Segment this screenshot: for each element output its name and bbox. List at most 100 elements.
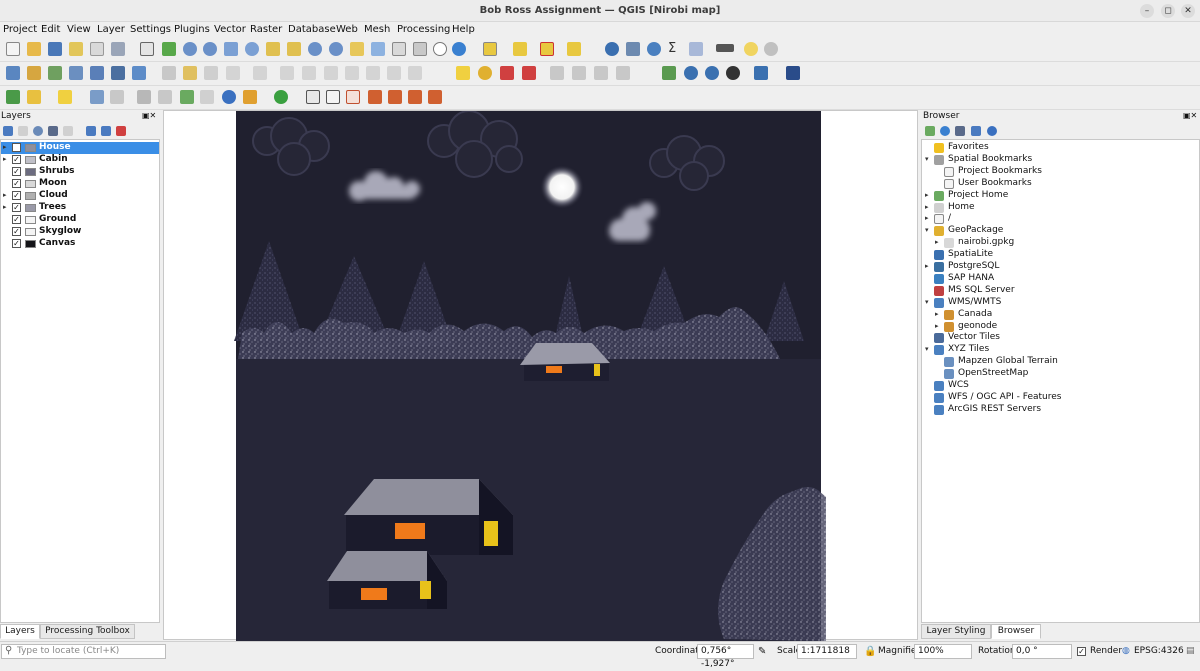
open-project-icon[interactable] <box>27 42 41 56</box>
layer-visibility-checkbox[interactable]: ✓ <box>12 179 21 188</box>
help-contents-icon[interactable] <box>786 66 800 80</box>
layer-visibility-checkbox[interactable]: ✓ <box>12 143 21 152</box>
tab-layer-styling[interactable]: Layer Styling <box>921 624 991 639</box>
pin-labels-icon[interactable] <box>500 66 514 80</box>
expand-all-icon[interactable] <box>86 126 96 136</box>
layer-row-canvas[interactable]: ✓ Canvas <box>1 238 159 250</box>
maximize-icon[interactable]: ◻ <box>1161 4 1175 18</box>
open-styling-icon[interactable] <box>3 126 13 136</box>
menu-project[interactable]: Project <box>3 24 37 35</box>
pan-map-icon[interactable] <box>140 42 154 56</box>
browser-filter-icon[interactable] <box>955 126 965 136</box>
layer-row-house[interactable]: ▸ ✓ House <box>1 142 159 154</box>
current-edits-icon[interactable] <box>162 66 176 80</box>
zoom-last-icon[interactable] <box>308 42 322 56</box>
expand-arrow-icon[interactable]: ▸ <box>925 191 929 199</box>
browser-properties-icon[interactable] <box>987 126 997 136</box>
label-properties-icon[interactable] <box>616 66 630 80</box>
digitize-shape-icon[interactable] <box>388 90 402 104</box>
minimize-icon[interactable]: – <box>1140 4 1154 18</box>
zoom-layer-icon[interactable] <box>266 42 280 56</box>
collapse-all-icon[interactable] <box>101 126 111 136</box>
layer-row-shrubs[interactable]: ✓ Shrubs <box>1 166 159 178</box>
crosshair-icon[interactable] <box>110 90 124 104</box>
expand-arrow-icon[interactable]: ▸ <box>3 155 7 163</box>
layer-visibility-checkbox[interactable]: ✓ <box>12 191 21 200</box>
layout-manager-icon[interactable] <box>90 42 104 56</box>
expand-arrow-icon[interactable]: ▸ <box>925 214 929 222</box>
add-wms-layer-icon[interactable] <box>132 66 146 80</box>
add-vector-layer-icon[interactable] <box>48 66 62 80</box>
browser-item[interactable]: ▾ GeoPackage <box>922 225 1192 237</box>
expand-arrow-icon[interactable]: ▾ <box>925 155 929 163</box>
expand-arrow-icon[interactable]: ▸ <box>935 238 939 246</box>
copy-features-icon[interactable] <box>345 66 359 80</box>
processing-toolbox-icon[interactable] <box>6 90 20 104</box>
temporal-controller-icon[interactable] <box>433 42 447 56</box>
map-tips-icon[interactable] <box>744 42 758 56</box>
pan-to-selection-icon[interactable] <box>162 42 176 56</box>
expand-arrow-icon[interactable]: ▸ <box>925 262 929 270</box>
menu-layer[interactable]: Layer <box>97 24 125 35</box>
digitize-icon[interactable] <box>226 66 240 80</box>
select-location-icon[interactable] <box>567 42 581 56</box>
zoom-in-icon[interactable] <box>183 42 197 56</box>
manage-visibility-icon[interactable] <box>33 126 43 136</box>
delete-selected-icon[interactable] <box>302 66 316 80</box>
magnifier-field[interactable]: 100% <box>914 644 972 659</box>
browser-collapse-icon[interactable] <box>971 126 981 136</box>
browser-item[interactable]: Favorites <box>922 142 1192 154</box>
menu-vector[interactable]: Vector <box>214 24 246 35</box>
layer-visibility-checkbox[interactable]: ✓ <box>12 155 21 164</box>
browser-item[interactable]: ▾ Spatial Bookmarks <box>922 154 1192 166</box>
qgis-script-icon[interactable] <box>58 90 72 104</box>
browser-item[interactable]: Mapzen Global Terrain <box>922 356 1192 368</box>
statistical-summary-icon[interactable]: Σ <box>668 42 682 56</box>
browser-item[interactable]: ArcGIS REST Servers <box>922 404 1192 416</box>
remove-layer-icon[interactable] <box>116 126 126 136</box>
deselect-icon[interactable] <box>540 42 554 56</box>
filter-legend-icon[interactable] <box>48 126 58 136</box>
browser-item[interactable]: User Bookmarks <box>922 178 1192 190</box>
browser-item[interactable]: ▸ geonode <box>922 321 1192 333</box>
layer-row-cabin[interactable]: ▸ ✓ Cabin <box>1 154 159 166</box>
menu-plugins[interactable]: Plugins <box>174 24 210 35</box>
tab-processing-toolbox[interactable]: Processing Toolbox <box>40 624 135 639</box>
browser-refresh-icon[interactable] <box>940 126 950 136</box>
digitize-remove-icon[interactable] <box>428 90 442 104</box>
layer-visibility-checkbox[interactable]: ✓ <box>12 239 21 248</box>
tab-layers[interactable]: Layers <box>0 624 40 639</box>
browser-item[interactable]: ▸ Canada <box>922 309 1192 321</box>
layer-visibility-checkbox[interactable]: ✓ <box>12 215 21 224</box>
new-3d-view-icon[interactable] <box>371 42 385 56</box>
zoom-next-icon[interactable] <box>329 42 343 56</box>
zoom-out-icon[interactable] <box>203 42 217 56</box>
browser-item[interactable]: WCS <box>922 380 1192 392</box>
add-group-icon[interactable] <box>18 126 28 136</box>
style-manager-icon[interactable] <box>111 42 125 56</box>
coordinate-field[interactable]: 0,756° -1,927° <box>697 644 754 669</box>
save-edits-icon[interactable] <box>204 66 218 80</box>
scale-field[interactable]: 1:1711818 <box>797 644 857 659</box>
add-selected-layers-icon[interactable] <box>925 126 935 136</box>
browser-item[interactable]: Vector Tiles <box>922 332 1192 344</box>
bookmark-icon[interactable] <box>392 42 406 56</box>
layer-visibility-checkbox[interactable]: ✓ <box>12 203 21 212</box>
new-project-icon[interactable] <box>6 42 20 56</box>
browser-item[interactable]: SAP HANA <box>922 273 1192 285</box>
browser-item[interactable]: ▾ WMS/WMTS <box>922 297 1192 309</box>
layer-row-cloud[interactable]: ▸ ✓ Cloud <box>1 190 159 202</box>
label-toolbar-icon[interactable] <box>456 66 470 80</box>
browser-item[interactable]: ▸ / <box>922 213 1192 225</box>
db-manager-icon[interactable] <box>705 66 719 80</box>
menu-settings[interactable]: Settings <box>130 24 171 35</box>
crs-indicator[interactable]: EPSG:4326 <box>1134 646 1184 656</box>
digitize-point-icon[interactable] <box>368 90 382 104</box>
save-project-icon[interactable] <box>48 42 62 56</box>
expand-arrow-icon[interactable]: ▾ <box>925 298 929 306</box>
zoom-selection-icon[interactable] <box>245 42 259 56</box>
toggle-extents-icon[interactable]: ✎ <box>758 646 766 657</box>
menu-processing[interactable]: Processing <box>397 24 450 35</box>
share-icon[interactable] <box>274 90 288 104</box>
change-label-icon[interactable] <box>594 66 608 80</box>
